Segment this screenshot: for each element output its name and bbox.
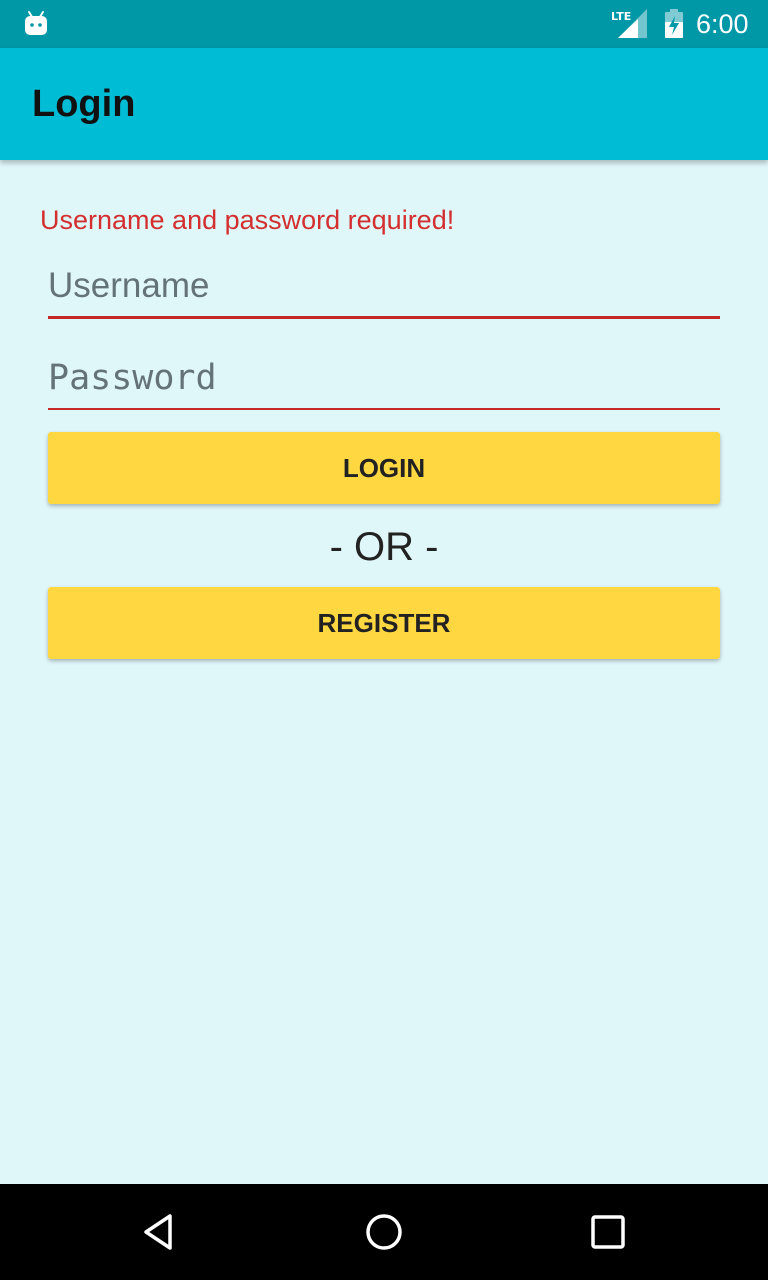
android-notification-icon bbox=[25, 11, 47, 35]
navigation-bar bbox=[0, 1184, 768, 1280]
login-form: Username and password required! LOGIN - … bbox=[0, 160, 768, 1184]
battery-icon bbox=[665, 9, 683, 38]
register-button[interactable]: REGISTER bbox=[48, 587, 720, 659]
lte-signal-icon: LTE bbox=[611, 9, 647, 38]
status-bar: LTE 6:00 bbox=[0, 0, 768, 48]
password-input[interactable] bbox=[48, 348, 720, 408]
app-bar: Login bbox=[0, 48, 768, 160]
or-divider: - OR - bbox=[329, 525, 439, 569]
username-field bbox=[48, 256, 720, 319]
password-field bbox=[48, 348, 720, 410]
back-icon[interactable] bbox=[136, 1208, 184, 1256]
login-button[interactable]: LOGIN bbox=[48, 432, 720, 504]
recents-icon[interactable] bbox=[584, 1208, 632, 1256]
home-icon[interactable] bbox=[360, 1208, 408, 1256]
page-title: Login bbox=[32, 83, 136, 125]
status-clock: 6:00 bbox=[696, 9, 749, 39]
username-input[interactable] bbox=[48, 256, 720, 316]
error-message: Username and password required! bbox=[40, 205, 455, 235]
svg-text:LTE: LTE bbox=[611, 10, 631, 23]
